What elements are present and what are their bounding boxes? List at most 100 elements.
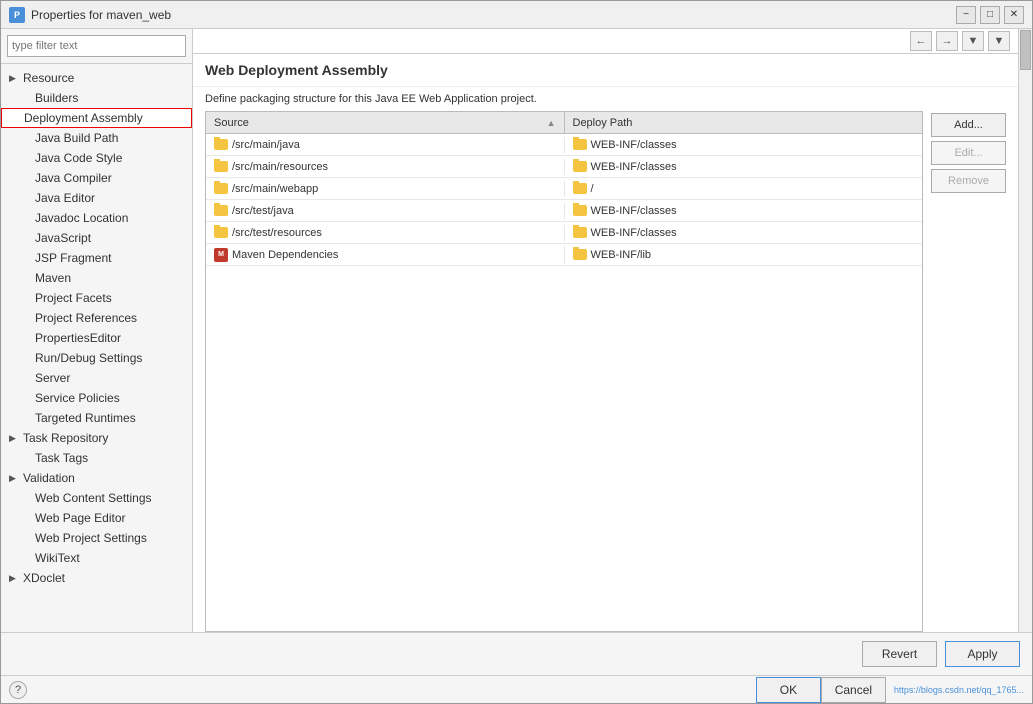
- sidebar-item-label: JSP Fragment: [35, 251, 111, 265]
- source-cell: /src/main/resources: [206, 159, 565, 175]
- sidebar-item-4[interactable]: ▶Java Code Style: [1, 148, 192, 168]
- folder-icon: [573, 249, 587, 260]
- sidebar-item-2[interactable]: ▶Deployment Assembly: [1, 108, 192, 128]
- toolbar-row: ← → ▼ ▼: [193, 29, 1018, 54]
- sidebar-item-22[interactable]: ▶Web Page Editor: [1, 508, 192, 528]
- sidebar-item-label: Java Build Path: [35, 131, 118, 145]
- sidebar-item-6[interactable]: ▶Java Editor: [1, 188, 192, 208]
- maven-icon: M: [214, 248, 228, 262]
- sidebar-item-label: Java Code Style: [35, 151, 122, 165]
- sidebar-item-23[interactable]: ▶Web Project Settings: [1, 528, 192, 548]
- table-row[interactable]: /src/main/webapp /: [206, 178, 922, 200]
- source-cell: /src/main/java: [206, 137, 565, 153]
- sidebar-item-5[interactable]: ▶Java Compiler: [1, 168, 192, 188]
- sidebar-item-label: Deployment Assembly: [24, 111, 143, 125]
- close-button[interactable]: ✕: [1004, 6, 1024, 24]
- sidebar-item-label: Web Content Settings: [35, 491, 152, 505]
- sidebar-item-24[interactable]: ▶WikiText: [1, 548, 192, 568]
- properties-window: P Properties for maven_web − □ ✕ ▶Resour…: [0, 0, 1033, 704]
- sidebar-item-3[interactable]: ▶Java Build Path: [1, 128, 192, 148]
- revert-button[interactable]: Revert: [862, 641, 937, 667]
- bottom-action-bar: Revert Apply: [1, 632, 1032, 675]
- dropdown-button[interactable]: ▼: [962, 31, 984, 51]
- content-area: ▶Resource▶Builders▶Deployment Assembly▶J…: [1, 29, 1032, 632]
- filter-input[interactable]: [7, 35, 186, 57]
- sidebar-item-label: Java Editor: [35, 191, 95, 205]
- back-button[interactable]: ←: [910, 31, 932, 51]
- folder-icon: [214, 227, 228, 238]
- table-row[interactable]: /src/main/java WEB-INF/classes: [206, 134, 922, 156]
- deploy-path-cell: WEB-INF/lib: [565, 247, 923, 263]
- sidebar-item-9[interactable]: ▶JSP Fragment: [1, 248, 192, 268]
- folder-icon: [214, 139, 228, 150]
- sidebar-item-16[interactable]: ▶Service Policies: [1, 388, 192, 408]
- folder-icon: [573, 227, 587, 238]
- sidebar-item-10[interactable]: ▶Maven: [1, 268, 192, 288]
- sidebar-item-label: Project Facets: [35, 291, 112, 305]
- filter-box: [1, 29, 192, 64]
- scrollbar-thumb[interactable]: [1020, 30, 1031, 70]
- sidebar-item-label: PropertiesEditor: [35, 331, 121, 345]
- add-button[interactable]: Add...: [931, 113, 1006, 137]
- sidebar-item-17[interactable]: ▶Targeted Runtimes: [1, 408, 192, 428]
- sidebar-item-14[interactable]: ▶Run/Debug Settings: [1, 348, 192, 368]
- help-button[interactable]: ?: [9, 681, 27, 699]
- sidebar-item-label: Maven: [35, 271, 71, 285]
- sidebar-item-label: Web Page Editor: [35, 511, 126, 525]
- window-icon: P: [9, 7, 25, 23]
- table-row[interactable]: /src/test/java WEB-INF/classes: [206, 200, 922, 222]
- ok-button[interactable]: OK: [756, 677, 821, 703]
- nav-tree: ▶Resource▶Builders▶Deployment Assembly▶J…: [1, 64, 192, 632]
- sidebar-item-label: Service Policies: [35, 391, 120, 405]
- apply-button[interactable]: Apply: [945, 641, 1020, 667]
- sidebar-item-label: XDoclet: [23, 571, 65, 585]
- sidebar-item-25[interactable]: ▶XDoclet: [1, 568, 192, 588]
- sidebar-item-11[interactable]: ▶Project Facets: [1, 288, 192, 308]
- deploy-path-cell: WEB-INF/classes: [565, 137, 923, 153]
- sidebar-item-15[interactable]: ▶Server: [1, 368, 192, 388]
- menu-button[interactable]: ▼: [988, 31, 1010, 51]
- table-row[interactable]: MMaven Dependencies WEB-INF/lib: [206, 244, 922, 266]
- sidebar-item-label: WikiText: [35, 551, 80, 565]
- col-source: Source ▲: [206, 112, 565, 133]
- sidebar-item-21[interactable]: ▶Web Content Settings: [1, 488, 192, 508]
- sidebar-item-12[interactable]: ▶Project References: [1, 308, 192, 328]
- table-header: Source ▲ Deploy Path: [206, 112, 922, 134]
- sidebar-item-label: Java Compiler: [35, 171, 112, 185]
- table-body: /src/main/java WEB-INF/classes /src/main…: [206, 134, 922, 266]
- footer-bar: ? OK Cancel https://blogs.csdn.net/qq_17…: [1, 675, 1032, 703]
- sidebar-item-18[interactable]: ▶Task Repository: [1, 428, 192, 448]
- edit-button[interactable]: Edit...: [931, 141, 1006, 165]
- sidebar-item-label: Validation: [23, 471, 75, 485]
- footer-url: https://blogs.csdn.net/qq_1765...: [894, 685, 1024, 695]
- deploy-path-cell: /: [565, 181, 923, 197]
- right-scrollbar[interactable]: [1018, 29, 1032, 632]
- main-content: ← → ▼ ▼ Web Deployment Assembly Define p…: [193, 29, 1018, 632]
- sidebar-item-20[interactable]: ▶Validation: [1, 468, 192, 488]
- main-title: Web Deployment Assembly: [205, 62, 1006, 78]
- folder-icon: [214, 161, 228, 172]
- sidebar-item-7[interactable]: ▶Javadoc Location: [1, 208, 192, 228]
- minimize-button[interactable]: −: [956, 6, 976, 24]
- forward-button[interactable]: →: [936, 31, 958, 51]
- sidebar-item-0[interactable]: ▶Resource: [1, 68, 192, 88]
- sidebar-item-label: Resource: [23, 71, 74, 85]
- cancel-button[interactable]: Cancel: [821, 677, 886, 703]
- deploy-path-cell: WEB-INF/classes: [565, 203, 923, 219]
- sidebar-item-13[interactable]: ▶PropertiesEditor: [1, 328, 192, 348]
- sidebar-item-label: Project References: [35, 311, 137, 325]
- sidebar-item-label: Targeted Runtimes: [35, 411, 136, 425]
- source-cell: /src/main/webapp: [206, 181, 565, 197]
- table-row[interactable]: /src/main/resources WEB-INF/classes: [206, 156, 922, 178]
- sidebar-item-label: Web Project Settings: [35, 531, 147, 545]
- sidebar-item-19[interactable]: ▶Task Tags: [1, 448, 192, 468]
- sidebar-item-1[interactable]: ▶Builders: [1, 88, 192, 108]
- sidebar-item-label: Task Tags: [35, 451, 88, 465]
- remove-button[interactable]: Remove: [931, 169, 1006, 193]
- maximize-button[interactable]: □: [980, 6, 1000, 24]
- window-controls: − □ ✕: [956, 6, 1024, 24]
- sidebar-item-label: Run/Debug Settings: [35, 351, 142, 365]
- title-bar: P Properties for maven_web − □ ✕: [1, 1, 1032, 29]
- table-row[interactable]: /src/test/resources WEB-INF/classes: [206, 222, 922, 244]
- sidebar-item-8[interactable]: ▶JavaScript: [1, 228, 192, 248]
